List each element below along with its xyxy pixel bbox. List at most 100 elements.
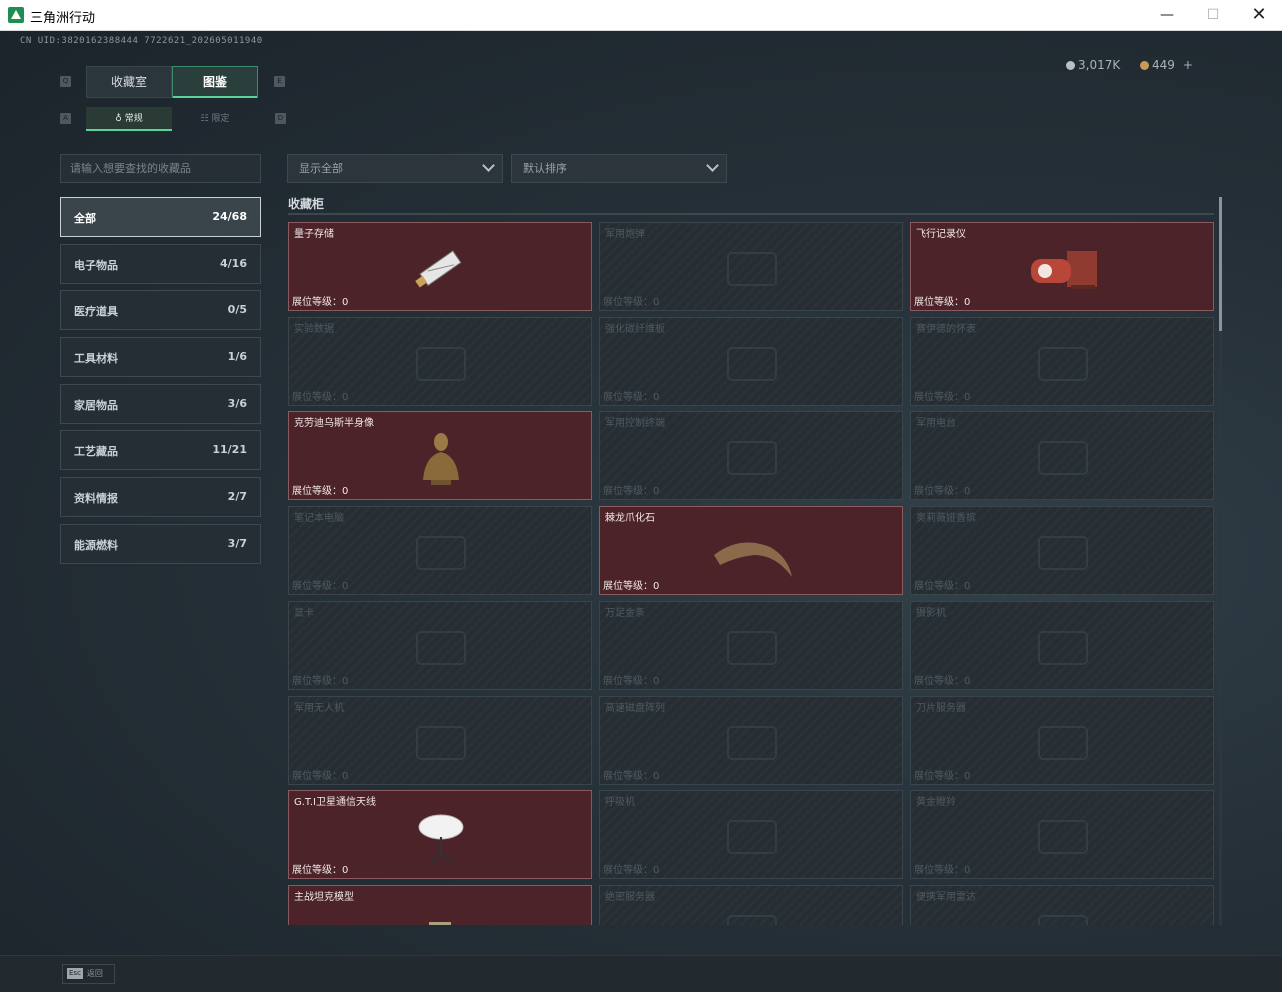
add-currency-button[interactable]: + [1183, 58, 1193, 72]
display-level: 展位等级：0 [603, 293, 659, 308]
item-name: 飞行记录仪 [916, 229, 966, 240]
window-title: 三角洲行动 [30, 11, 96, 26]
category-label: 家居物品 [74, 399, 118, 412]
collection-card[interactable]: 强化碳纤维板 展位等级：0 [599, 317, 903, 406]
category-household[interactable]: 家居物品 3/6 [60, 384, 261, 424]
collection-card[interactable]: 军用电台 展位等级：0 [910, 411, 1214, 500]
chevron-down-icon [482, 159, 495, 172]
category-label: 能源燃料 [74, 539, 118, 552]
display-level: 展位等级：0 [292, 672, 348, 687]
category-count: 24/68 [212, 210, 247, 223]
display-filter-value: 显示全部 [299, 162, 343, 175]
maximize-button[interactable]: ☐ [1190, 0, 1236, 31]
collection-card[interactable]: 飞行记录仪 展位等级：0 [910, 222, 1214, 311]
window-titlebar: 三角洲行动 — ☐ ✕ [0, 0, 1282, 31]
collection-card[interactable]: 量子存储 展位等级：0 [288, 222, 592, 311]
key-hint-e: E [274, 76, 285, 87]
tab-limited-label: 限定 [211, 114, 230, 124]
display-level-value: 0 [653, 676, 660, 687]
category-all[interactable]: 全部 24/68 [60, 197, 261, 237]
control-terminal-icon [710, 430, 794, 486]
chevron-down-icon [706, 159, 719, 172]
scrollbar-thumb[interactable] [1219, 197, 1222, 331]
collection-card[interactable]: 实验数据 展位等级：0 [288, 317, 592, 406]
gold-amount: 449 [1152, 58, 1175, 72]
category-count: 0/5 [227, 303, 247, 316]
collection-card[interactable]: 黄金瞪羚 展位等级：0 [910, 790, 1214, 879]
display-level: 展位等级：0 [292, 861, 348, 876]
display-level-label: 展位等级： [914, 392, 964, 403]
flight-recorder-icon [1021, 241, 1105, 297]
satellite-dish-icon [399, 809, 483, 865]
claw-fossil-icon [710, 525, 794, 581]
secret-server-icon [710, 904, 794, 925]
category-label: 全部 [74, 212, 96, 225]
category-count: 4/16 [220, 257, 247, 270]
category-crafts[interactable]: 工艺藏品 11/21 [60, 430, 261, 470]
esc-key-icon: Esc [67, 968, 83, 979]
display-level: 展位等级：0 [292, 388, 348, 403]
collection-card[interactable]: 克劳迪乌斯半身像 展位等级：0 [288, 411, 592, 500]
display-level-label: 展位等级： [603, 486, 653, 497]
item-name: 军用炮弹 [605, 229, 645, 240]
sort-dropdown[interactable]: 默认排序 [511, 154, 727, 183]
display-level: 展位等级：0 [914, 672, 970, 687]
item-name: 奥莉薇娅香槟 [916, 513, 976, 524]
category-count: 11/21 [212, 443, 247, 456]
usb-drive-icon [399, 241, 483, 297]
collection-card[interactable]: 刀片服务器 展位等级：0 [910, 696, 1214, 785]
tab-limited[interactable]: ☷ 限定 [172, 107, 258, 131]
tab-collection-room[interactable]: 收藏室 [86, 66, 172, 98]
collection-card[interactable]: 军用炮弹展位等级：0 [599, 222, 903, 311]
category-electronics[interactable]: 电子物品 4/16 [60, 244, 261, 284]
minimize-button[interactable]: — [1144, 0, 1190, 31]
category-intel[interactable]: 资料情报 2/7 [60, 477, 261, 517]
collection-card[interactable]: 显卡 展位等级：0 [288, 601, 592, 690]
collection-card[interactable]: 主战坦克模型展位等级：0 [288, 885, 592, 925]
display-level-value: 0 [342, 771, 349, 782]
collection-card[interactable]: 绝密服务器展位等级：0 [599, 885, 903, 925]
search-input[interactable]: 请输入想要查找的收藏品 [60, 154, 261, 183]
back-button[interactable]: Esc 返回 [62, 964, 115, 984]
collection-card[interactable]: 摄影机展位等级：0 [910, 601, 1214, 690]
item-name: 强化碳纤维板 [605, 324, 665, 335]
item-name: 摄影机 [916, 608, 946, 619]
limited-tab-icon: ☷ [200, 114, 212, 124]
display-level-value: 0 [342, 297, 349, 308]
display-level: 展位等级：0 [603, 861, 659, 876]
carbon-plate-icon [710, 336, 794, 392]
collection-card[interactable]: 棘龙爪化石 展位等级：0 [599, 506, 903, 595]
collection-card[interactable]: 笔记本电脑展位等级：0 [288, 506, 592, 595]
game-area: CN UID:3820162388444 7722621_20260501194… [0, 31, 1282, 992]
item-name: 绝密服务器 [605, 892, 655, 903]
display-level: 展位等级：0 [292, 577, 348, 592]
display-level-label: 展位等级： [914, 676, 964, 687]
footer-bar: Esc 返回 [0, 955, 1282, 992]
category-label: 资料情报 [74, 492, 118, 505]
champagne-icon [1021, 525, 1105, 581]
collection-card[interactable]: 军用无人机 展位等级：0 [288, 696, 592, 785]
radio-icon [1021, 430, 1105, 486]
close-button[interactable]: ✕ [1236, 0, 1282, 31]
category-label: 工具材料 [74, 352, 118, 365]
display-filter-dropdown[interactable]: 显示全部 [287, 154, 503, 183]
collection-card[interactable]: 军用控制终端 展位等级：0 [599, 411, 903, 500]
tab-regular[interactable]: ♁ 常规 [86, 107, 172, 131]
collection-card[interactable]: 呼吸机 展位等级：0 [599, 790, 903, 879]
collection-card[interactable]: 万足金条 展位等级：0 [599, 601, 903, 690]
category-fuel[interactable]: 能源燃料 3/7 [60, 524, 261, 564]
tab-codex[interactable]: 图鉴 [172, 66, 258, 98]
category-medical[interactable]: 医疗道具 0/5 [60, 290, 261, 330]
collection-card[interactable]: 赛伊德的怀表 展位等级：0 [910, 317, 1214, 406]
display-level-value: 0 [653, 581, 660, 592]
collection-card[interactable]: G.T.I卫星通信天线 展位等级：0 [288, 790, 592, 879]
category-tools[interactable]: 工具材料 1/6 [60, 337, 261, 377]
item-name: 量子存储 [294, 229, 334, 240]
tank-model-icon [399, 904, 483, 925]
item-name: 笔记本电脑 [294, 513, 344, 524]
collection-card[interactable]: 高速磁盘阵列 展位等级：0 [599, 696, 903, 785]
collection-card[interactable]: 便携军用雷达展位等级：0 [910, 885, 1214, 925]
display-level-value: 0 [653, 297, 660, 308]
graphics-card-icon [399, 620, 483, 676]
collection-card[interactable]: 奥莉薇娅香槟 展位等级：0 [910, 506, 1214, 595]
